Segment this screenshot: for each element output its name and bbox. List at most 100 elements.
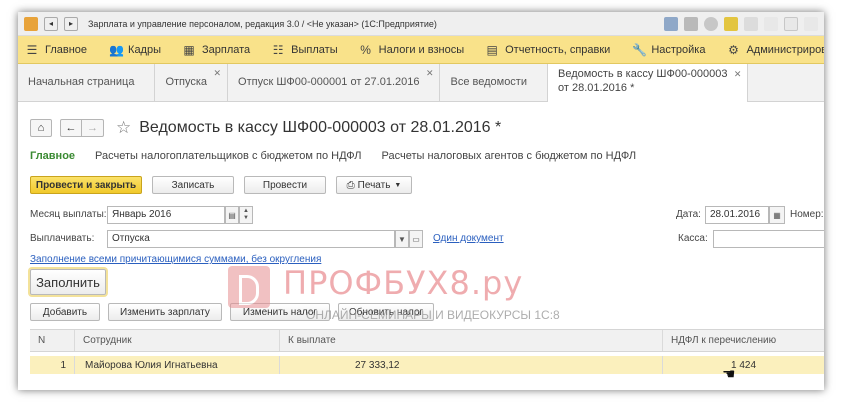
form-toolbar: Провести и закрыть Записать Провести ⎙ П… xyxy=(30,176,412,194)
watermark: ПРОФБУХ8.ру ОНЛАЙН-СЕМИНАРЫ И ВИДЕОКУРСЫ… xyxy=(228,264,628,334)
forward-icon[interactable]: ▸ xyxy=(64,16,78,31)
print-button-label: Печать xyxy=(357,179,391,191)
menu-item-6[interactable]: 🔧 Настройка xyxy=(632,43,705,57)
fill-button[interactable]: Заполнить xyxy=(30,269,106,295)
save-button[interactable]: Записать xyxy=(152,176,234,194)
open-tabs-bar: Начальная страница Отпуска ✕ Отпуск ШФ00… xyxy=(18,64,824,102)
minimize-icon[interactable] xyxy=(764,16,778,31)
info-icon[interactable] xyxy=(744,16,758,31)
print-button[interactable]: ⎙ Печать ▼ xyxy=(336,176,412,194)
add-button[interactable]: Добавить xyxy=(30,303,100,321)
arrow-left-icon: ← xyxy=(65,122,77,134)
history-icon[interactable] xyxy=(704,16,718,31)
close-icon[interactable] xyxy=(804,16,818,31)
pay-dropdown-button[interactable]: ▼ xyxy=(395,230,409,248)
update-tax-button[interactable]: Обновить налог xyxy=(338,303,434,321)
wrench-icon: 🔧 xyxy=(632,42,648,57)
one-document-link[interactable]: Один документ xyxy=(433,233,504,244)
cell-amount: 27 333,12 xyxy=(280,356,663,374)
title-bar: ◂ ▸ Зарплата и управление персоналом, ре… xyxy=(18,12,824,36)
column-header-amount[interactable]: К выплате xyxy=(280,330,663,351)
tab-home[interactable]: Начальная страница xyxy=(18,64,156,101)
cell-tax: 1 424 xyxy=(730,359,757,371)
people-icon: 👥 xyxy=(109,42,124,57)
employees-table: N Сотрудник К выплате НДФЛ к перечислени… xyxy=(30,329,824,374)
date-picker-button[interactable]: ▦ xyxy=(769,206,785,224)
hamburger-menu-icon: ☰ xyxy=(26,42,38,57)
tab-close-icon[interactable]: ✕ xyxy=(734,67,742,81)
menu-item-label: Налоги и взносы xyxy=(378,43,465,56)
tab-all-statements[interactable]: Все ведомости xyxy=(440,64,548,101)
date-input[interactable]: 28.01.2016 xyxy=(705,206,769,224)
section-agent-settlements[interactable]: Расчеты налоговых агентов с бюджетом по … xyxy=(382,150,637,162)
cash-label: Касса: xyxy=(678,233,708,244)
section-taxpayer-settlements[interactable]: Расчеты налогоплательщиков с бюджетом по… xyxy=(95,150,361,162)
hand-pointer-icon: ☚ xyxy=(722,366,736,383)
form-sections-nav: Главное Расчеты налогоплательщиков с бюд… xyxy=(30,150,656,162)
save-icon[interactable] xyxy=(664,16,678,31)
cash-input[interactable] xyxy=(713,230,824,248)
watermark-logo-icon xyxy=(228,266,270,308)
forward-button[interactable]: → xyxy=(82,119,104,137)
tab-close-icon[interactable]: ✕ xyxy=(214,68,222,79)
column-header-n[interactable]: N xyxy=(30,330,75,351)
page-title: Ведомость в кассу ШФ00-000003 от 28.01.2… xyxy=(139,119,502,136)
arrow-right-icon: → xyxy=(87,122,98,134)
back-button[interactable]: ← xyxy=(60,119,82,137)
menu-item-label: Зарплата xyxy=(202,43,251,56)
main-menu-bar: ☰ Главное 👥 Кадры ▦ Зарплата ☷ Выплаты % Налоги и… xyxy=(18,36,824,64)
date-label: Дата: xyxy=(676,209,701,220)
chevron-down-icon: ▼ xyxy=(394,181,402,189)
home-button[interactable]: ⌂ xyxy=(30,119,52,137)
edit-salary-button[interactable]: Изменить зарплату xyxy=(108,303,222,321)
menu-item-2[interactable]: ▦ Зарплата xyxy=(183,43,250,57)
menu-item-3[interactable]: ☷ Выплаты xyxy=(272,42,338,57)
cell-employee: Майорова Юлия Игнатьевна xyxy=(75,356,280,374)
month-input[interactable]: Январь 2016 xyxy=(107,206,225,224)
watermark-title: ПРОФБУХ8.ру xyxy=(283,264,524,302)
tab-vacation-doc[interactable]: Отпуск ШФ00-000001 от 27.01.2016 ✕ xyxy=(228,64,441,101)
edit-tax-button[interactable]: Изменить налог xyxy=(230,303,330,321)
tab-label: Начальная страница xyxy=(28,76,135,88)
app-window: ◂ ▸ Зарплата и управление персоналом, ре… xyxy=(18,12,824,390)
column-header-employee[interactable]: Сотрудник xyxy=(75,330,280,351)
section-main[interactable]: Главное xyxy=(30,150,75,162)
column-header-tax[interactable]: НДФЛ к перечислению xyxy=(663,330,824,351)
pay-select[interactable]: Отпуска xyxy=(107,230,395,248)
tab-vacations[interactable]: Отпуска ✕ xyxy=(155,64,229,101)
maximize-icon[interactable] xyxy=(784,16,798,31)
menu-item-label: Выплаты xyxy=(291,43,338,56)
cash-icon: ☷ xyxy=(272,42,284,57)
month-picker-button[interactable]: ▤ xyxy=(225,206,239,224)
gear-icon: ⚙ xyxy=(728,42,739,57)
tab-cash-statement[interactable]: Ведомость в кассу ШФ00-000003 от 28.01.2… xyxy=(548,64,749,102)
menu-item-label: Главное xyxy=(45,43,88,56)
tab-label: Отпуска xyxy=(165,76,208,88)
menu-item-0[interactable]: ☰ Главное xyxy=(26,43,87,57)
menu-item-4[interactable]: % Налоги и взносы xyxy=(360,43,465,57)
post-and-close-button[interactable]: Провести и закрыть xyxy=(30,176,142,194)
number-label: Номер: xyxy=(790,209,824,220)
pay-open-button[interactable]: ▭ xyxy=(409,230,423,248)
table-row[interactable]: 1 Майорова Юлия Игнатьевна 27 333,12 1 4… xyxy=(30,356,824,374)
tab-close-icon[interactable]: ✕ xyxy=(426,68,434,79)
favorites-icon[interactable] xyxy=(724,16,738,31)
back-icon[interactable]: ◂ xyxy=(44,16,58,31)
post-button[interactable]: Провести xyxy=(244,176,326,194)
tab-label: Отпуск ШФ00-000001 от 27.01.2016 xyxy=(238,76,420,88)
print-icon[interactable] xyxy=(684,16,698,31)
table-header: N Сотрудник К выплате НДФЛ к перечислени… xyxy=(30,329,824,352)
menu-item-5[interactable]: ▤ Отчетность, справки xyxy=(486,43,610,57)
stepper-up-icon: ▲ xyxy=(243,208,249,214)
chevron-down-icon: ▼ xyxy=(398,234,406,244)
favorite-star-icon[interactable]: ☆ xyxy=(116,119,131,137)
menu-item-7[interactable]: ⚙ Администрирование xyxy=(727,43,824,57)
stepper-down-icon: ▼ xyxy=(243,215,249,221)
month-stepper[interactable]: ▲ ▼ xyxy=(239,206,253,224)
home-icon: ⌂ xyxy=(37,122,45,134)
calculator-icon: ▦ xyxy=(183,42,195,57)
table-toolbar: Добавить Изменить зарплату Изменить нало… xyxy=(30,303,442,321)
cell-n: 1 xyxy=(30,356,75,374)
menu-item-1[interactable]: 👥 Кадры xyxy=(109,43,161,57)
fill-mode-link[interactable]: Заполнение всеми причитающимися суммами,… xyxy=(30,254,321,265)
